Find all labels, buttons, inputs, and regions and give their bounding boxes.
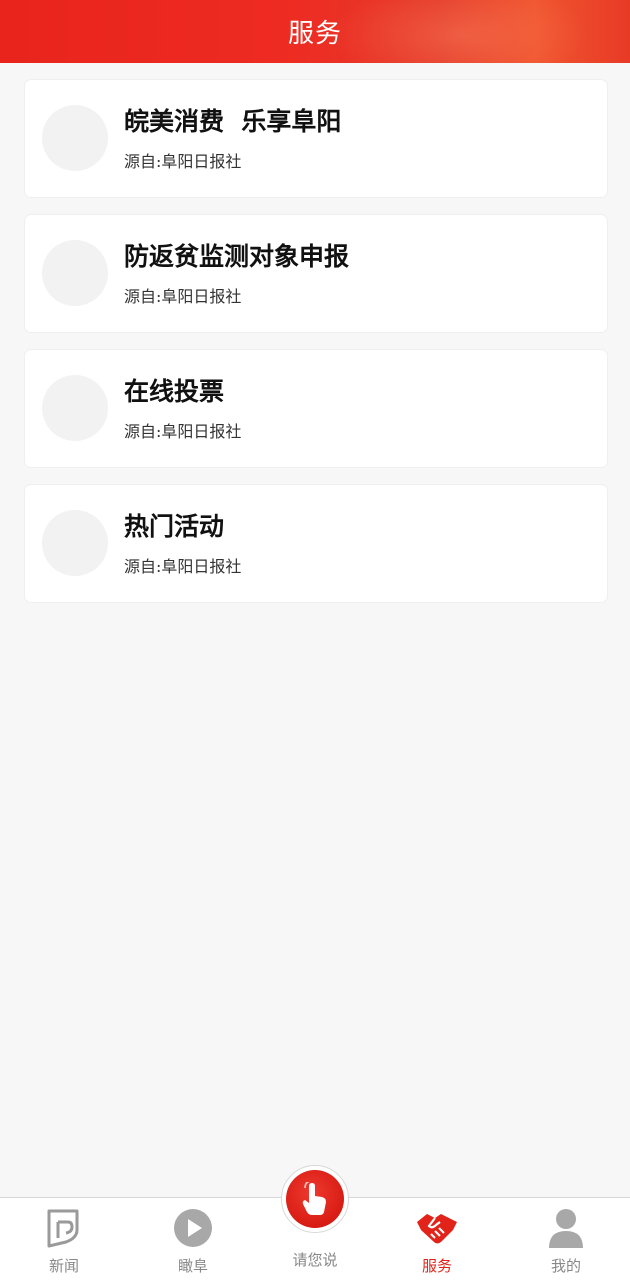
service-card-consumption[interactable]: 皖美消费 乐享阜阳 源自:阜阳日报社 bbox=[25, 80, 607, 197]
service-source: 源自:阜阳日报社 bbox=[124, 287, 242, 306]
tab-watch[interactable]: 瞰阜 bbox=[143, 1206, 243, 1276]
service-card-poverty-report[interactable]: 防返贫监测对象申报 源自:阜阳日报社 bbox=[25, 215, 607, 332]
speak-up-button[interactable] bbox=[281, 1165, 349, 1233]
service-list: 皖美消费 乐享阜阳 源自:阜阳日报社 防返贫监测对象申报 源自:阜阳日报社 在线… bbox=[25, 80, 607, 620]
service-source: 源自:阜阳日报社 bbox=[124, 557, 242, 576]
tab-services[interactable]: 服务 bbox=[387, 1206, 487, 1276]
service-title: 热门活动 bbox=[124, 512, 225, 541]
news-icon bbox=[42, 1206, 86, 1250]
tab-news[interactable]: 新闻 bbox=[14, 1206, 114, 1276]
service-title: 防返贫监测对象申报 bbox=[124, 242, 350, 271]
tab-label: 我的 bbox=[550, 1257, 581, 1275]
speak-up-button-circle bbox=[286, 1170, 344, 1228]
tab-label: 瞰阜 bbox=[177, 1257, 208, 1275]
tab-label: 新闻 bbox=[48, 1257, 79, 1275]
service-card-hot-events[interactable]: 热门活动 源自:阜阳日报社 bbox=[25, 485, 607, 602]
service-source: 源自:阜阳日报社 bbox=[124, 422, 242, 441]
service-avatar bbox=[42, 375, 108, 441]
header-bar: 服务 bbox=[0, 0, 630, 63]
tab-label-speak-up[interactable]: 请您说 bbox=[265, 1249, 365, 1270]
user-icon bbox=[544, 1206, 588, 1250]
service-title: 皖美消费 乐享阜阳 bbox=[124, 107, 342, 136]
service-title: 在线投票 bbox=[124, 377, 225, 406]
tap-hand-icon bbox=[302, 1182, 326, 1215]
service-source: 源自:阜阳日报社 bbox=[124, 152, 242, 171]
service-avatar bbox=[42, 105, 108, 171]
service-avatar bbox=[42, 510, 108, 576]
handshake-icon bbox=[415, 1206, 459, 1250]
tab-mine[interactable]: 我的 bbox=[516, 1206, 616, 1276]
play-icon bbox=[171, 1206, 215, 1250]
service-avatar bbox=[42, 240, 108, 306]
service-card-online-vote[interactable]: 在线投票 源自:阜阳日报社 bbox=[25, 350, 607, 467]
page-title: 服务 bbox=[287, 19, 342, 49]
tab-label: 服务 bbox=[421, 1257, 452, 1275]
